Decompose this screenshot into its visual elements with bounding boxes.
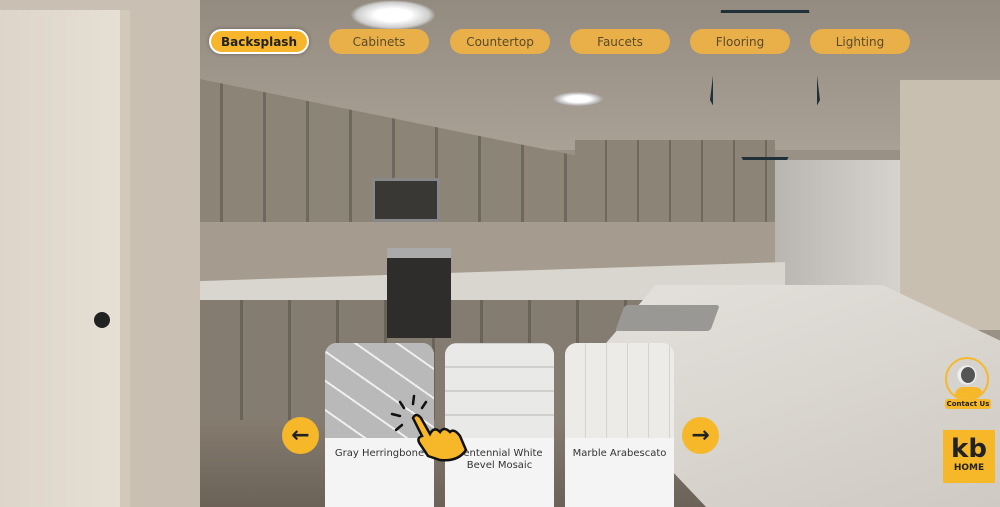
prev-arrow-button[interactable]: ← <box>282 417 319 454</box>
logo-home: HOME <box>953 463 985 473</box>
refrigerator <box>775 160 905 295</box>
tab-cabinets[interactable]: Cabinets <box>329 29 429 54</box>
tab-faucets[interactable]: Faucets <box>570 29 670 54</box>
tab-lighting[interactable]: Lighting <box>810 29 910 54</box>
tap-hand-icon <box>390 394 468 462</box>
door <box>0 10 130 507</box>
kb-home-logo[interactable]: kb HOME <box>943 430 995 483</box>
logo-kb: kb <box>951 434 987 464</box>
ceiling-light <box>350 0 436 30</box>
contact-us-label: Contact Us <box>945 399 991 409</box>
right-wall <box>900 80 1000 330</box>
range <box>387 248 451 338</box>
tab-backsplash[interactable]: Backsplash <box>209 29 309 54</box>
tile-swatch-picket <box>565 343 674 438</box>
tab-flooring[interactable]: Flooring <box>690 29 790 54</box>
door-knob <box>94 312 110 328</box>
sink <box>615 305 720 331</box>
next-arrow-button[interactable]: → <box>682 417 719 454</box>
agent-avatar-icon <box>945 357 989 401</box>
arrow-right-icon: → <box>691 423 710 448</box>
arrow-left-icon: ← <box>291 423 310 448</box>
contact-us-button[interactable]: Contact Us <box>945 357 991 411</box>
tab-countertop[interactable]: Countertop <box>450 29 550 54</box>
microwave <box>372 178 440 222</box>
option-label: Marble Arabescato <box>572 448 667 459</box>
option-card-marble-arabescato[interactable]: Marble Arabescato <box>565 343 674 507</box>
ceiling-light <box>553 92 603 106</box>
